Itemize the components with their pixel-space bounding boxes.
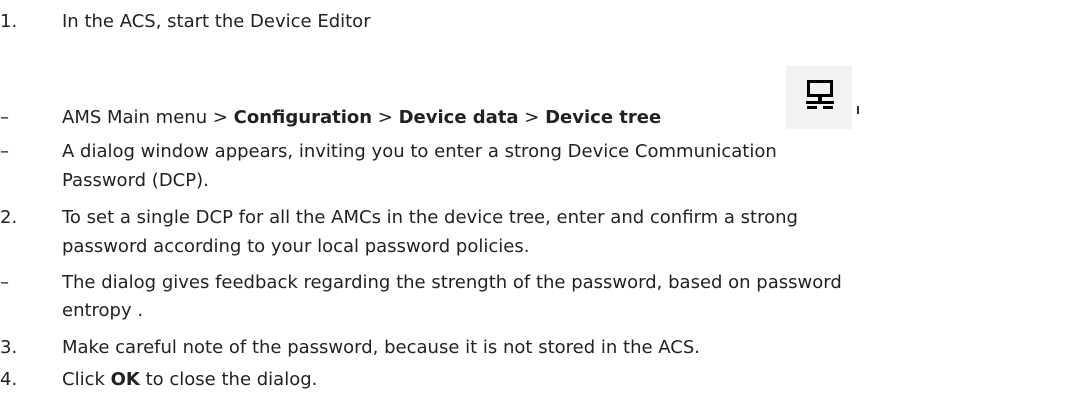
ok-keyword: OK [110,369,140,390]
step-1-marker: 1. [0,11,18,32]
menu-path-text: AMS Main menu > Configuration > Device d… [62,107,662,128]
computer-icon [806,80,834,109]
menu-device-tree: Device tree [545,107,662,128]
menu-device-data: Device data [398,107,519,128]
step-3-text: Make careful note of the password, becau… [62,337,700,358]
step-4-text: Click OK to close the dialog. [62,369,318,390]
step-1-text: In the ACS, start the Device Editor [62,11,371,32]
step-2-line2: password according to your local passwor… [62,236,530,257]
device-tree-icon [786,66,852,129]
step-2-line1: To set a single DCP for all the AMCs in … [62,207,798,228]
icon-trailing-mark [857,106,859,114]
feedback-line2: entropy . [62,300,144,321]
step-2-marker: 2. [0,207,18,228]
dialog-appears-line2: Password (DCP). [62,170,209,191]
substep-marker: – [0,141,9,162]
substep-marker: – [0,107,9,128]
dialog-appears-line1: A dialog window appears, inviting you to… [62,141,777,162]
step-4-marker: 4. [0,369,18,390]
menu-configuration: Configuration [233,107,373,128]
substep-marker: – [0,272,9,293]
step-3-marker: 3. [0,337,18,358]
feedback-line1: The dialog gives feedback regarding the … [62,272,842,293]
document-page: { "steps": [ { "marker": "1.", "text": "… [0,0,1078,416]
